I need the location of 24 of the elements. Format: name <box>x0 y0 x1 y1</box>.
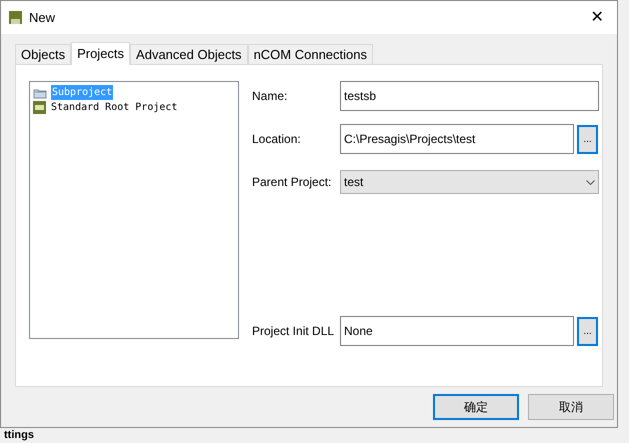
chevron-down-icon <box>586 180 595 184</box>
tab[interactable]: nCOM Connections <box>248 44 374 64</box>
background-text: ttings <box>4 428 35 442</box>
text-field[interactable]: C:\Presagis\Projects\test <box>340 124 574 154</box>
field-label: Name: <box>252 88 288 105</box>
dialog-button[interactable]: 确定 <box>433 394 519 420</box>
field-label: Location: <box>252 131 302 148</box>
text-field[interactable]: None <box>340 316 574 346</box>
app-icon <box>9 11 22 24</box>
project-icon <box>33 101 46 114</box>
browse-button[interactable]: ... <box>577 316 598 346</box>
close-button[interactable]: ✕ <box>577 2 617 32</box>
tab[interactable]: Advanced Objects <box>130 44 248 64</box>
tab[interactable]: Objects <box>15 44 72 64</box>
text-field[interactable]: testsb <box>340 81 599 111</box>
field-label: Parent Project: <box>252 174 332 191</box>
browse-button[interactable]: ... <box>577 124 598 154</box>
folder-icon <box>33 86 47 98</box>
dialog-button[interactable]: 取消 <box>528 394 614 420</box>
field-label: Project Init DLL <box>252 323 336 340</box>
window-title: New <box>29 8 56 27</box>
list-item[interactable]: Standard Root Project <box>50 100 178 115</box>
tab[interactable]: Projects <box>71 42 130 65</box>
dropdown[interactable]: test <box>340 170 599 194</box>
